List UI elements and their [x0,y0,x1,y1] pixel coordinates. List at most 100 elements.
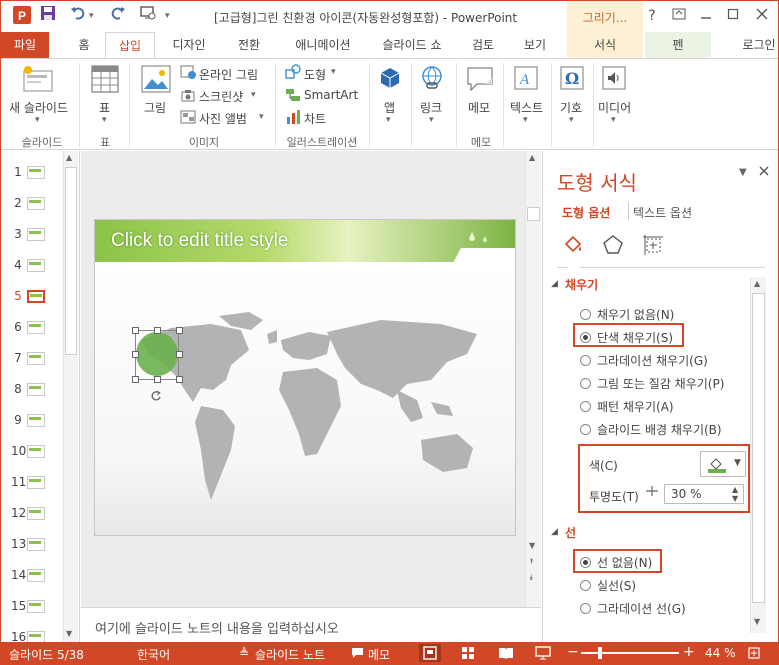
media-dropdown-icon[interactable]: ▾ [611,115,616,125]
tab-pen[interactable]: 펜 [645,32,711,58]
slideshow-view-icon[interactable] [535,646,551,663]
thumbnail-preview[interactable] [27,414,45,427]
world-map-image[interactable] [131,310,491,513]
slide-sorter-icon[interactable] [461,646,475,663]
slide-thumbnail[interactable]: 3 [1,221,63,252]
tab-insert[interactable]: 삽입 [105,32,155,58]
screenshot-dropdown-icon[interactable]: ▾ [251,90,256,100]
slide-canvas[interactable]: Click to edit title style [94,219,516,536]
transparency-input[interactable]: 30 % ▲ ▼ [664,484,744,504]
thumbnail-preview[interactable] [27,476,45,489]
transparency-slider-icon[interactable] [646,485,658,497]
resize-handle[interactable] [154,327,161,334]
slide-thumbnail[interactable]: 14 [1,562,63,593]
tab-view[interactable]: 보기 [515,32,555,58]
thumbnail-preview[interactable] [27,197,45,210]
pane-scrollbar[interactable]: ▲ ▼ [750,277,766,633]
tab-slideshow[interactable]: 슬라이드 쇼 [373,32,451,58]
transparency-value[interactable]: 30 % [671,487,702,501]
redo-icon[interactable] [107,5,129,27]
media-button[interactable]: 미디어 [598,99,631,116]
smartart-button[interactable]: SmartArt [304,88,358,102]
fill-option-label[interactable]: 그라데이션 채우기(G) [597,352,708,369]
photo-album-icon[interactable] [180,109,196,128]
help-icon[interactable]: ? [641,5,663,27]
scroll-down-icon[interactable]: ▼ [66,629,72,638]
tab-animations[interactable]: 애니메이션 [283,32,363,58]
fill-option-label[interactable]: 그림 또는 질감 채우기(P) [597,375,724,392]
apps-icon[interactable] [377,65,403,94]
thumbnail-preview[interactable] [27,290,45,303]
screenshot-icon[interactable] [180,87,196,106]
customize-toolbar-icon[interactable]: ▾ [165,11,170,21]
online-picture-button[interactable]: 온라인 그림 [199,66,258,83]
symbol-button[interactable]: 기호 [560,99,582,116]
zoom-level[interactable]: 44 % [705,646,736,660]
scroll-down-icon[interactable]: ▼ [754,617,760,626]
fill-option-radio[interactable] [580,378,591,389]
slide-thumbnail[interactable]: 11 [1,469,63,500]
powerpoint-icon[interactable]: P [11,5,33,27]
login-link[interactable]: 로그인 [737,32,778,58]
fill-option-label[interactable]: 채우기 없음(N) [597,306,674,323]
link-button[interactable]: 링크 [420,99,442,116]
tab-design[interactable]: 디자인 [161,32,217,58]
smartart-icon[interactable] [285,87,301,106]
fill-option-radio[interactable] [580,401,591,412]
new-slide-dropdown-icon[interactable]: ▾ [35,115,40,125]
chart-button[interactable]: 차트 [304,110,326,127]
editor-scrollbar[interactable]: ▲ ▼ ⯭ ⯯ [525,151,541,607]
photo-album-button[interactable]: 사진 앨범 [199,110,247,127]
slide-thumbnail[interactable]: 15 [1,593,63,624]
next-slide-icon[interactable]: ⯯ [529,573,534,583]
thumbnail-preview[interactable] [27,445,45,458]
text-icon[interactable]: A [513,65,539,94]
slide-thumbnail[interactable]: 4 [1,252,63,283]
zoom-in-icon[interactable]: + [683,644,695,660]
tab-transitions[interactable]: 전환 [229,32,269,58]
notes-toggle-button[interactable]: 슬라이드 노트 [255,646,325,663]
maximize-icon[interactable] [722,5,744,27]
slide-thumbnail[interactable]: 1 [1,159,63,190]
scroll-up-icon[interactable]: ▲ [66,153,72,162]
tab-text-options[interactable]: 텍스트 옵션 [633,204,692,221]
collapse-icon[interactable]: ◢ [551,279,558,289]
tab-file[interactable]: 파일 [1,32,49,58]
thumbnail-preview[interactable] [27,352,45,365]
screenshot-button[interactable]: 스크린샷 [199,88,243,105]
thumbnail-preview[interactable] [27,507,45,520]
chart-icon[interactable] [285,109,301,128]
fill-option-radio[interactable] [580,309,591,320]
pane-options-dropdown-icon[interactable]: ▼ [739,167,747,178]
fill-section-header[interactable]: 채우기 [565,276,598,293]
language-indicator[interactable]: 한국어 [137,646,170,663]
line-section-header[interactable]: 선 [565,524,576,541]
slide-thumbnail[interactable]: 2 [1,190,63,221]
memo-icon[interactable] [465,65,495,96]
apps-button[interactable]: 앱 [384,99,395,116]
zoom-out-icon[interactable]: − [567,644,579,660]
tab-review[interactable]: 검토 [463,32,503,58]
resize-handle[interactable] [132,327,139,334]
scroll-down-icon[interactable]: ▼ [529,541,535,550]
symbol-dropdown-icon[interactable]: ▾ [569,115,574,125]
comments-button[interactable]: 메모 [368,646,390,663]
slide-title-placeholder[interactable]: Click to edit title style [111,230,288,252]
comments-icon[interactable] [351,647,364,662]
normal-view-icon[interactable] [419,644,441,662]
fill-option-radio[interactable] [580,424,591,435]
selected-circle-shape[interactable] [136,332,178,376]
table-dropdown-icon[interactable]: ▾ [102,115,107,125]
thumbnail-scrollbar[interactable]: ▲ ▼ [63,151,78,642]
thumbnail-preview[interactable] [27,569,45,582]
scroll-thumb[interactable] [527,207,540,221]
save-icon[interactable] [37,5,59,27]
minimize-icon[interactable] [695,5,717,27]
resize-handle[interactable] [176,327,183,334]
resize-handle[interactable] [176,351,183,358]
notes-toggle-icon[interactable]: ≜ [239,646,249,660]
resize-handle[interactable] [154,376,161,383]
thumbnail-preview[interactable] [27,321,45,334]
thumbnail-preview[interactable] [27,538,45,551]
line-option-label[interactable]: 그라데이션 선(G) [597,600,686,617]
